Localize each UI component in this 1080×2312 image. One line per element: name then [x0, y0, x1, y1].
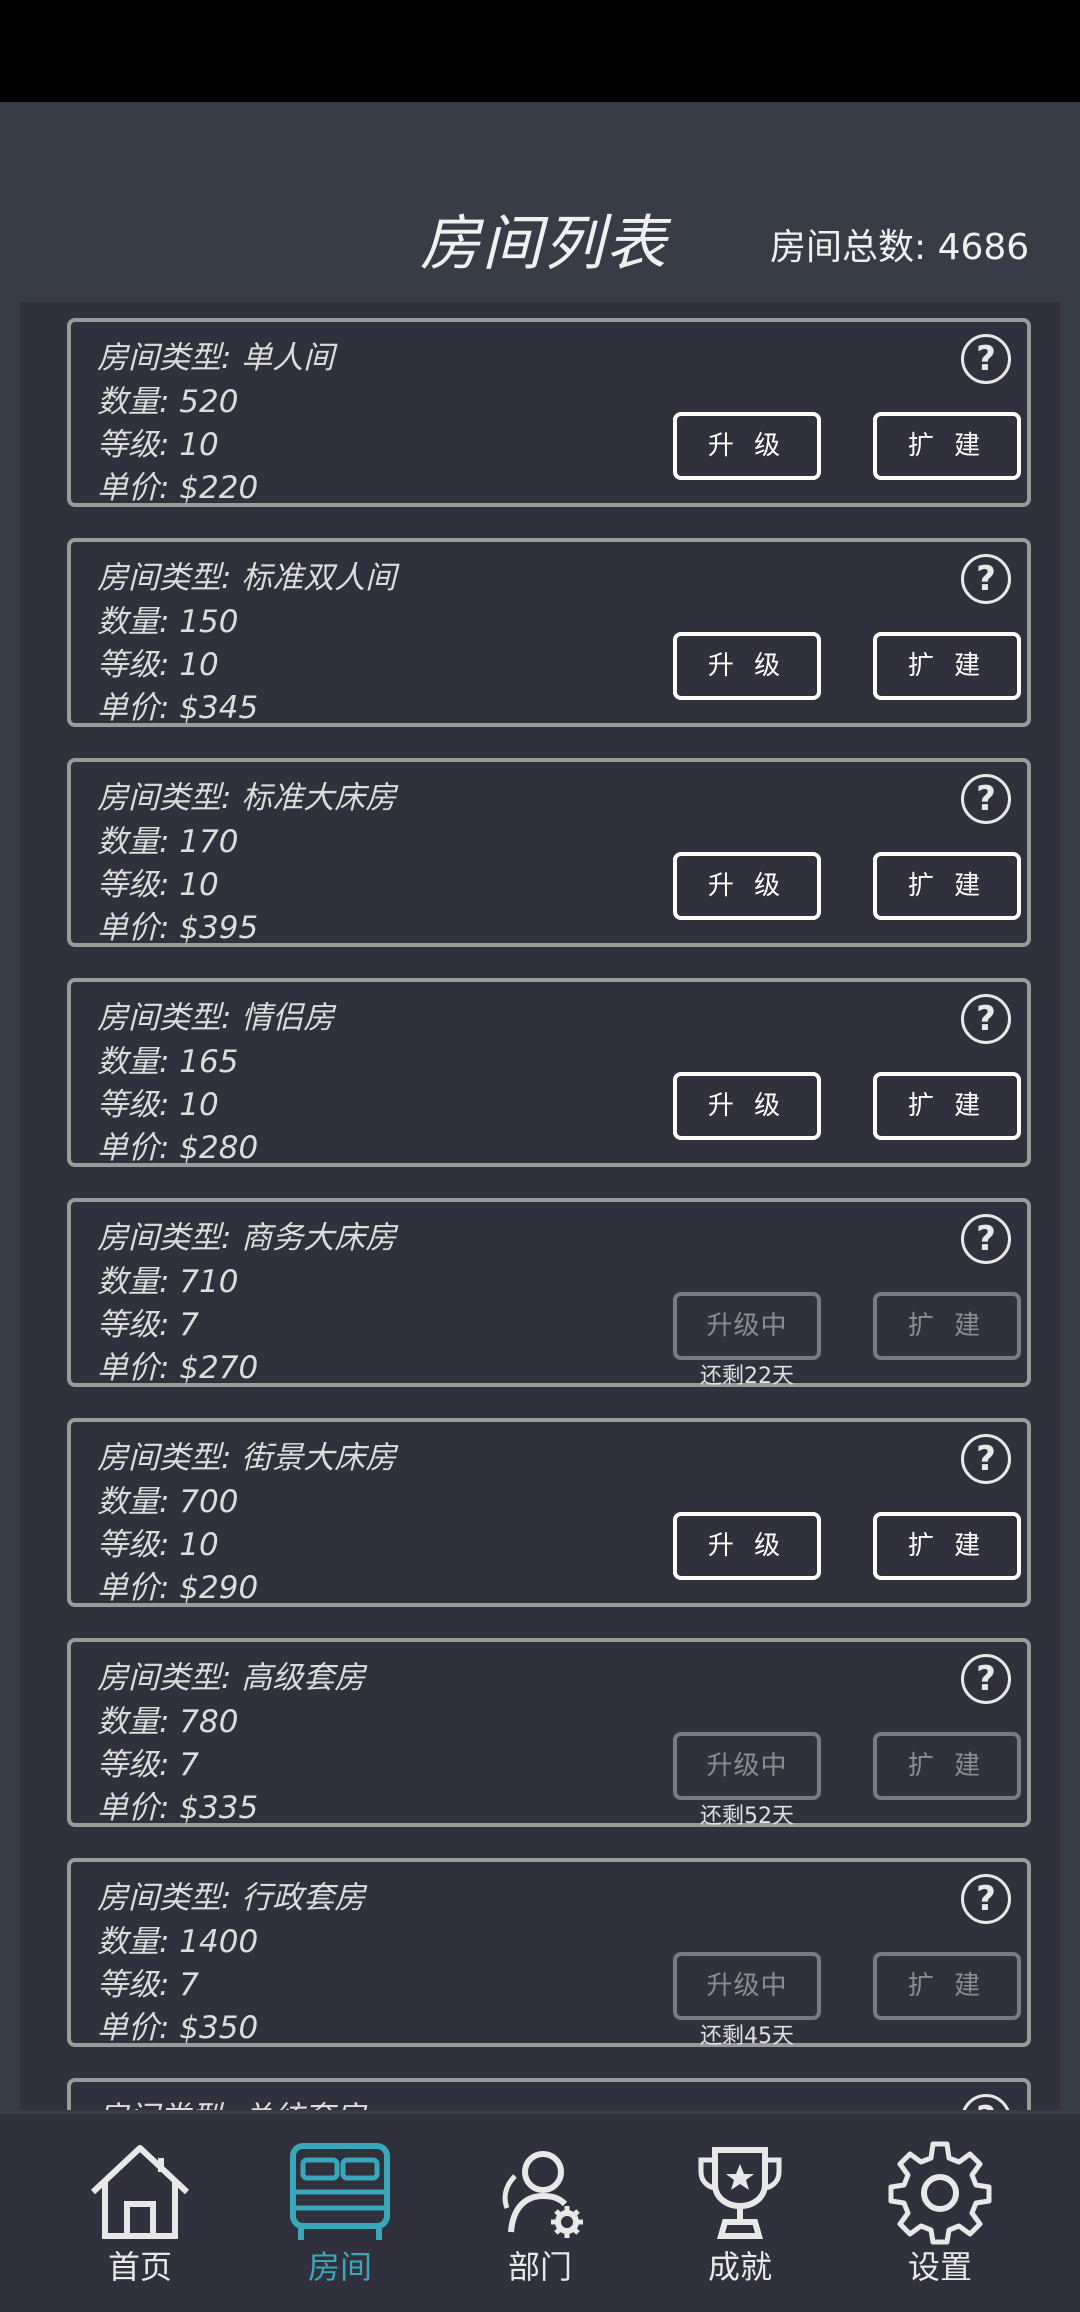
room-type: 房间类型: 商务大床房	[97, 1220, 397, 1256]
upgrade-button[interactable]: 升 级	[673, 1072, 821, 1140]
room-type: 房间类型: 总统套房	[97, 2092, 365, 2110]
room-level: 等级: 7	[97, 1747, 200, 1783]
help-icon[interactable]: ?	[961, 1654, 1011, 1704]
help-icon[interactable]: ?	[961, 1214, 1011, 1264]
room-type: 房间类型: 街景大床房	[97, 1440, 397, 1476]
help-icon[interactable]: ?	[961, 774, 1011, 824]
expand-button[interactable]: 扩 建	[873, 632, 1021, 700]
upgrade-remaining-days: 还剩45天	[700, 2024, 794, 2049]
nav-settings[interactable]: 设置	[840, 2114, 1040, 2312]
nav-home[interactable]: 首页	[40, 2114, 240, 2312]
expand-button[interactable]: 扩 建	[873, 1072, 1021, 1140]
expand-button: 扩 建	[873, 1732, 1021, 1800]
nav-achievements[interactable]: 成就	[640, 2114, 840, 2312]
page-title: 房间列表	[420, 209, 668, 279]
home-icon	[90, 2145, 190, 2239]
nav-rooms[interactable]: 房间	[240, 2114, 440, 2312]
expand-button[interactable]: 扩 建	[873, 1512, 1021, 1580]
room-count: 数量: 1400	[97, 1924, 259, 1960]
room-count: 数量: 150	[97, 604, 239, 640]
room-card: 房间类型: 街景大床房 数量: 700 等级: 10 单价: $290 ? 升 …	[67, 1418, 1031, 1607]
room-card: 房间类型: 行政套房 数量: 1400 等级: 7 单价: $350 ? 升级中…	[67, 1858, 1031, 2049]
room-count: 数量: 170	[97, 824, 239, 860]
room-price: 单价: $290	[97, 1570, 259, 1606]
room-price: 单价: $220	[97, 470, 259, 506]
nav-settings-label: 设置	[907, 2248, 972, 2286]
nav-departments-label: 部门	[507, 2248, 572, 2286]
room-type: 房间类型: 标准双人间	[97, 560, 397, 596]
room-level: 等级: 10	[97, 427, 219, 463]
help-icon[interactable]: ?	[961, 554, 1011, 604]
room-price: 单价: $280	[97, 1130, 259, 1166]
upgrade-remaining-days: 还剩22天	[700, 1364, 794, 1389]
nav-achievements-label: 成就	[707, 2248, 772, 2286]
upgrading-button: 升级中	[673, 1732, 821, 1800]
room-count: 数量: 700	[97, 1484, 239, 1520]
nav-departments[interactable]: 部门	[440, 2114, 640, 2312]
room-type: 房间类型: 行政套房	[97, 1880, 366, 1916]
nav-rooms-label: 房间	[307, 2248, 372, 2286]
status-bar	[0, 0, 1080, 102]
room-card: 房间类型: 高级套房 数量: 780 等级: 7 单价: $335 ? 升级中 …	[67, 1638, 1031, 1829]
help-icon[interactable]: ?	[961, 1874, 1011, 1924]
room-card: 房间类型: 情侣房 数量: 165 等级: 10 单价: $280 ? 升 级 …	[67, 978, 1031, 1167]
upgrade-remaining-days: 还剩52天	[700, 1804, 794, 1829]
room-count: 数量: 710	[97, 1264, 239, 1300]
bottom-nav: 首页 房间 部门 成就 设置	[0, 2112, 1080, 2312]
room-price: 单价: $350	[97, 2010, 259, 2046]
expand-button[interactable]: 扩 建	[873, 412, 1021, 480]
expand-button[interactable]: 扩 建	[873, 852, 1021, 920]
upgrade-button[interactable]: 升 级	[673, 632, 821, 700]
room-card: 房间类型: 单人间 数量: 520 等级: 10 单价: $220 ? 升 级 …	[67, 318, 1031, 507]
room-level: 等级: 7	[97, 1307, 200, 1343]
help-icon[interactable]: ?	[961, 2094, 1011, 2110]
staff-gear-icon	[502, 2151, 583, 2238]
room-level: 等级: 7	[97, 1967, 200, 2003]
room-total-count: 房间总数: 4686	[770, 227, 1030, 268]
room-count: 数量: 780	[97, 1704, 239, 1740]
room-count: 数量: 520	[97, 384, 239, 420]
room-price: 单价: $345	[97, 690, 259, 726]
room-card: 房间类型: 商务大床房 数量: 710 等级: 7 单价: $270 ? 升级中…	[67, 1198, 1031, 1389]
room-price: 单价: $335	[97, 1790, 259, 1826]
room-card: 房间类型: 标准双人间 数量: 150 等级: 10 单价: $345 ? 升 …	[67, 538, 1031, 727]
room-price: 单价: $270	[97, 1350, 259, 1386]
upgrading-button: 升级中	[673, 1952, 821, 2020]
room-count: 数量: 165	[97, 1044, 239, 1080]
nav-home-label: 首页	[107, 2248, 172, 2286]
help-icon[interactable]: ?	[961, 334, 1011, 384]
room-level: 等级: 10	[97, 1087, 219, 1123]
room-card: 房间类型: 总统套房 ?	[67, 2078, 1031, 2110]
help-icon[interactable]: ?	[961, 994, 1011, 1044]
room-type: 房间类型: 高级套房	[97, 1660, 366, 1696]
gear-icon	[888, 2141, 992, 2245]
upgrade-button[interactable]: 升 级	[673, 1512, 821, 1580]
room-level: 等级: 10	[97, 867, 219, 903]
expand-button: 扩 建	[873, 1292, 1021, 1360]
expand-button: 扩 建	[873, 1952, 1021, 2020]
room-level: 等级: 10	[97, 647, 219, 683]
bed-icon	[290, 2143, 390, 2240]
room-type: 房间类型: 情侣房	[97, 1000, 335, 1036]
room-level: 等级: 10	[97, 1527, 219, 1563]
trophy-icon	[698, 2147, 782, 2239]
room-type: 房间类型: 标准大床房	[97, 780, 397, 816]
upgrade-button[interactable]: 升 级	[673, 412, 821, 480]
help-icon[interactable]: ?	[961, 1434, 1011, 1484]
room-price: 单价: $395	[97, 910, 259, 946]
room-card: 房间类型: 标准大床房 数量: 170 等级: 10 单价: $395 ? 升 …	[67, 758, 1031, 947]
upgrade-button[interactable]: 升 级	[673, 852, 821, 920]
upgrading-button: 升级中	[673, 1292, 821, 1360]
room-type: 房间类型: 单人间	[97, 340, 335, 376]
room-list[interactable]: 房间类型: 单人间 数量: 520 等级: 10 单价: $220 ? 升 级 …	[20, 302, 1060, 2110]
